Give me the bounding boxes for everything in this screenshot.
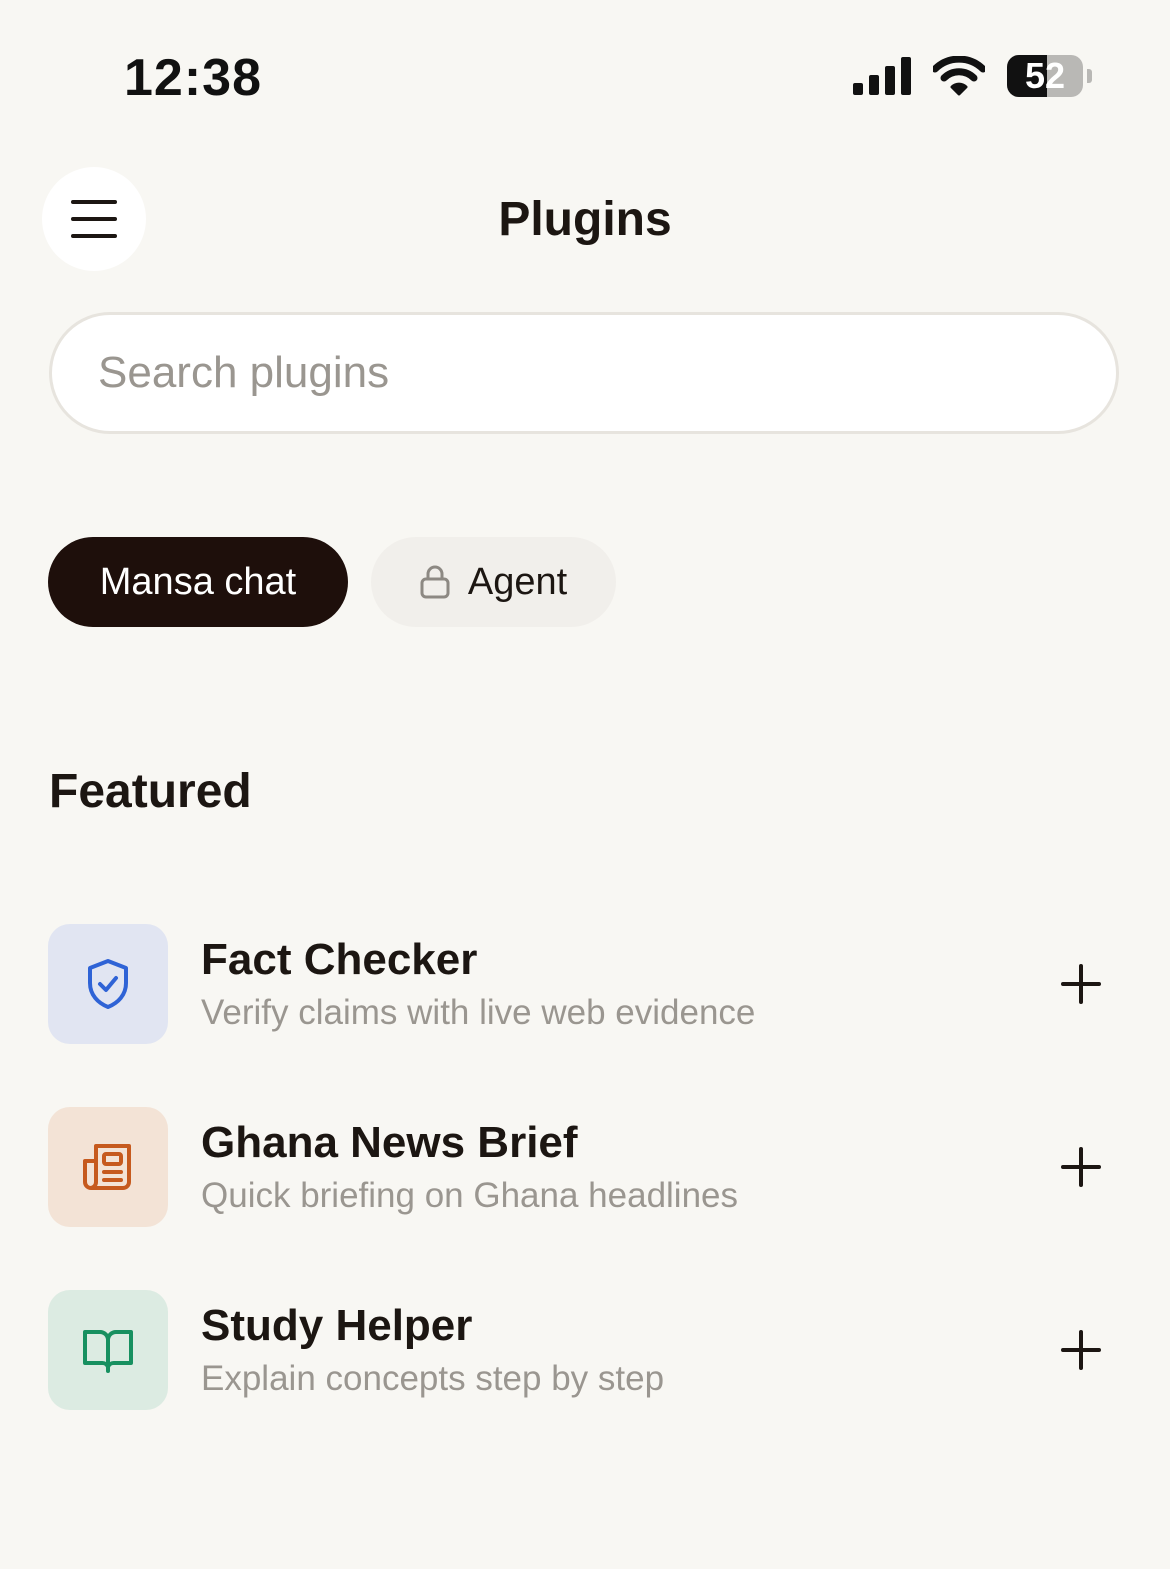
plus-icon [1061,964,1101,1004]
plugin-description: Explain concepts step by step [201,1359,665,1398]
plugin-icon-tile [48,924,168,1044]
tab-agent[interactable]: Agent [371,537,616,627]
lock-icon [420,565,450,599]
plugin-description: Verify claims with live web evidence [201,993,756,1032]
newspaper-icon [83,1144,131,1190]
plus-icon [1061,1147,1101,1187]
shield-check-icon [88,959,128,1009]
signal-icon [853,57,911,95]
plugin-name: Study Helper [201,1301,473,1350]
search-input[interactable] [96,347,1080,399]
battery-level: 52 [1024,55,1066,96]
section-title-featured: Featured [49,765,252,818]
tab-label: Agent [467,560,568,603]
plugin-description: Quick briefing on Ghana headlines [201,1176,739,1215]
plus-icon [1061,1330,1101,1370]
status-time: 12:38 [124,49,262,107]
status-icons: 52 [853,55,1092,97]
plugin-row-fact-checker[interactable]: Fact Checker Verify claims with live web… [48,924,1118,1044]
plugin-row-study-helper[interactable]: Study Helper Explain concepts step by st… [48,1290,1118,1410]
plugin-text: Fact Checker Verify claims with live web… [201,934,1049,1034]
open-book-icon [83,1330,133,1373]
add-plugin-button[interactable] [1049,1318,1113,1382]
plugin-text: Study Helper Explain concepts step by st… [201,1300,1049,1400]
tab-mansa-chat[interactable]: Mansa chat [48,537,348,627]
page-title: Plugins [498,193,672,246]
plugin-icon-tile [48,1290,168,1410]
plugin-text: Ghana News Brief Quick briefing on Ghana… [201,1117,1049,1217]
plugin-name: Ghana News Brief [201,1118,578,1167]
add-plugin-button[interactable] [1049,1135,1113,1199]
search-box[interactable] [49,312,1119,434]
wifi-icon [933,56,985,96]
plugin-name: Fact Checker [201,935,478,984]
battery-icon: 52 [1007,55,1083,97]
battery-cap [1087,69,1092,83]
plugin-row-ghana-news-brief[interactable]: Ghana News Brief Quick briefing on Ghana… [48,1107,1118,1227]
add-plugin-button[interactable] [1049,952,1113,1016]
tab-label: Mansa chat [99,560,297,603]
plugin-icon-tile [48,1107,168,1227]
